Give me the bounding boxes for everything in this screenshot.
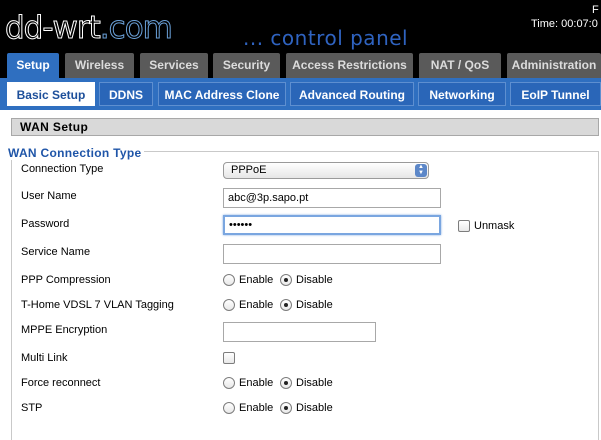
password-input[interactable]: •••••• [223,215,441,235]
service-name-input[interactable] [223,244,441,264]
vlan-tagging-label: T-Home VDSL 7 VLAN Tagging [21,299,174,311]
dd-wrt-logo: dd-wrt.com [5,8,174,48]
tab-security[interactable]: Security [213,53,280,78]
multi-link-label: Multi Link [21,352,68,364]
subtab-mac-address-clone[interactable]: MAC Address Clone [158,82,286,106]
stp-disable-radio[interactable] [280,402,292,414]
force-reconnect-disable-label: Disable [296,377,333,389]
user-name-input[interactable]: abc@3p.sapo.pt [223,188,441,208]
force-reconnect-enable-label: Enable [239,377,274,389]
stp-disable-label: Disable [296,402,333,414]
vlan-tagging-disable-label: Disable [296,299,333,311]
select-arrows-icon: ▲ ▼ [415,164,427,177]
section-title: WAN Setup [20,120,89,134]
subtab-advanced-routing[interactable]: Advanced Routing [290,82,414,106]
connection-type-select[interactable]: PPPoE ▲ ▼ [223,162,429,179]
ppp-compression-disable-radio[interactable] [280,274,292,286]
unmask-checkbox[interactable] [458,220,470,232]
tab-wireless[interactable]: Wireless [65,53,134,78]
unmask-label: Unmask [474,220,515,232]
main-tab-bar: Setup Wireless Services Security Access … [0,50,601,80]
firmware-info: F [592,4,599,16]
mppe-encryption-label: MPPE Encryption [21,324,108,336]
stp-enable-radio[interactable] [223,402,235,414]
stp-label: STP [21,402,43,414]
tab-services[interactable]: Services [140,53,208,78]
force-reconnect-label: Force reconnect [21,377,101,389]
tagline: ... control panel [243,26,409,50]
time-display: Time: 00:07:0 [531,18,598,30]
subtab-ddns[interactable]: DDNS [99,82,153,106]
vlan-tagging-enable-radio[interactable] [223,299,235,311]
subtab-networking[interactable]: Networking [418,82,506,106]
logo-main: dd-wrt [5,10,102,47]
connection-type-value: PPPoE [231,164,267,176]
header: dd-wrt.com ... control panel F Time: 00:… [0,0,601,50]
service-name-label: Service Name [21,246,91,258]
connection-type-label: Connection Type [21,163,104,175]
sub-tab-bar: Basic Setup DDNS MAC Address Clone Advan… [0,78,601,110]
ppp-compression-enable-label: Enable [239,274,274,286]
ppp-compression-label: PPP Compression [21,274,111,286]
fieldset-legend: WAN Connection Type [5,146,145,160]
tab-setup[interactable]: Setup [7,53,59,80]
multi-link-checkbox[interactable] [223,352,235,364]
mppe-encryption-input[interactable] [223,322,376,342]
tab-access-restrictions[interactable]: Access Restrictions [286,53,413,78]
ppp-compression-enable-radio[interactable] [223,274,235,286]
logo-com: .com [99,10,173,47]
ppp-compression-disable-label: Disable [296,274,333,286]
stp-enable-label: Enable [239,402,274,414]
tab-nat-qos[interactable]: NAT / QoS [419,53,501,78]
tab-administration[interactable]: Administration [507,53,601,78]
vlan-tagging-disable-radio[interactable] [280,299,292,311]
subtab-basic-setup[interactable]: Basic Setup [7,82,95,106]
user-name-label: User Name [21,190,77,202]
subtab-eoip-tunnel[interactable]: EoIP Tunnel [510,82,601,106]
content-area: WAN Setup WAN Connection Type Connection… [0,110,601,440]
section-header: WAN Setup [11,118,599,136]
force-reconnect-enable-radio[interactable] [223,377,235,389]
vlan-tagging-enable-label: Enable [239,299,274,311]
force-reconnect-disable-radio[interactable] [280,377,292,389]
password-label: Password [21,218,70,230]
